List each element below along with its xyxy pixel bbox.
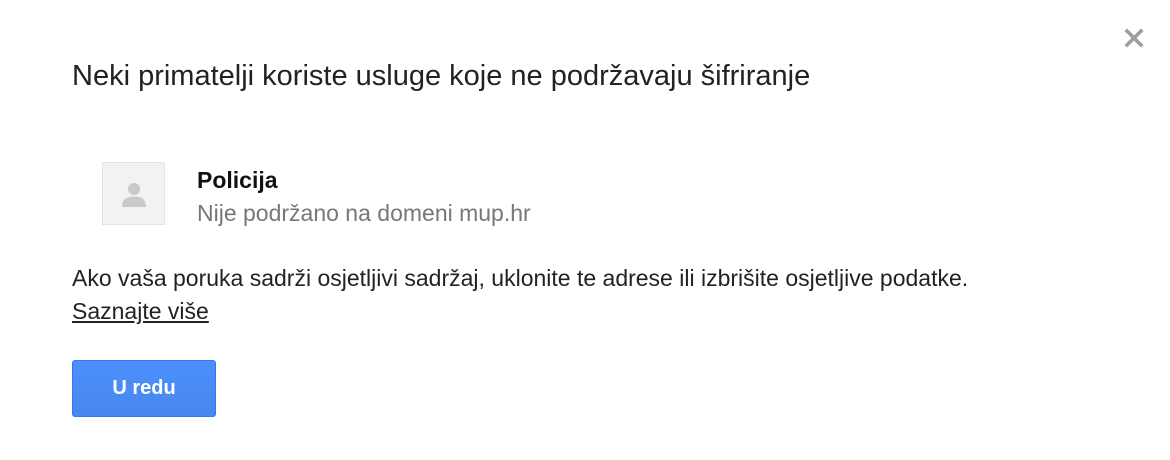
recipient-item: Policija Nije podržano na domeni mup.hr [102,162,722,228]
ok-button[interactable]: U redu [72,360,216,417]
message-text: Ako vaša poruka sadrži osjetljivi sadrža… [72,265,969,291]
person-icon [121,182,146,207]
close-icon [1124,28,1144,48]
recipient-name: Policija [197,167,278,193]
learn-more-link[interactable]: Saznajte više [72,295,209,328]
recipient-status: Nije podržano na domeni mup.hr [197,200,531,226]
dialog-title: Neki primatelji koriste usluge koje ne p… [72,60,811,92]
avatar [102,162,165,225]
encryption-warning-dialog: Neki primatelji koriste usluge koje ne p… [0,0,1170,460]
close-button[interactable] [1120,24,1148,52]
dialog-message: Ako vaša poruka sadrži osjetljivi sadrža… [72,262,1132,328]
